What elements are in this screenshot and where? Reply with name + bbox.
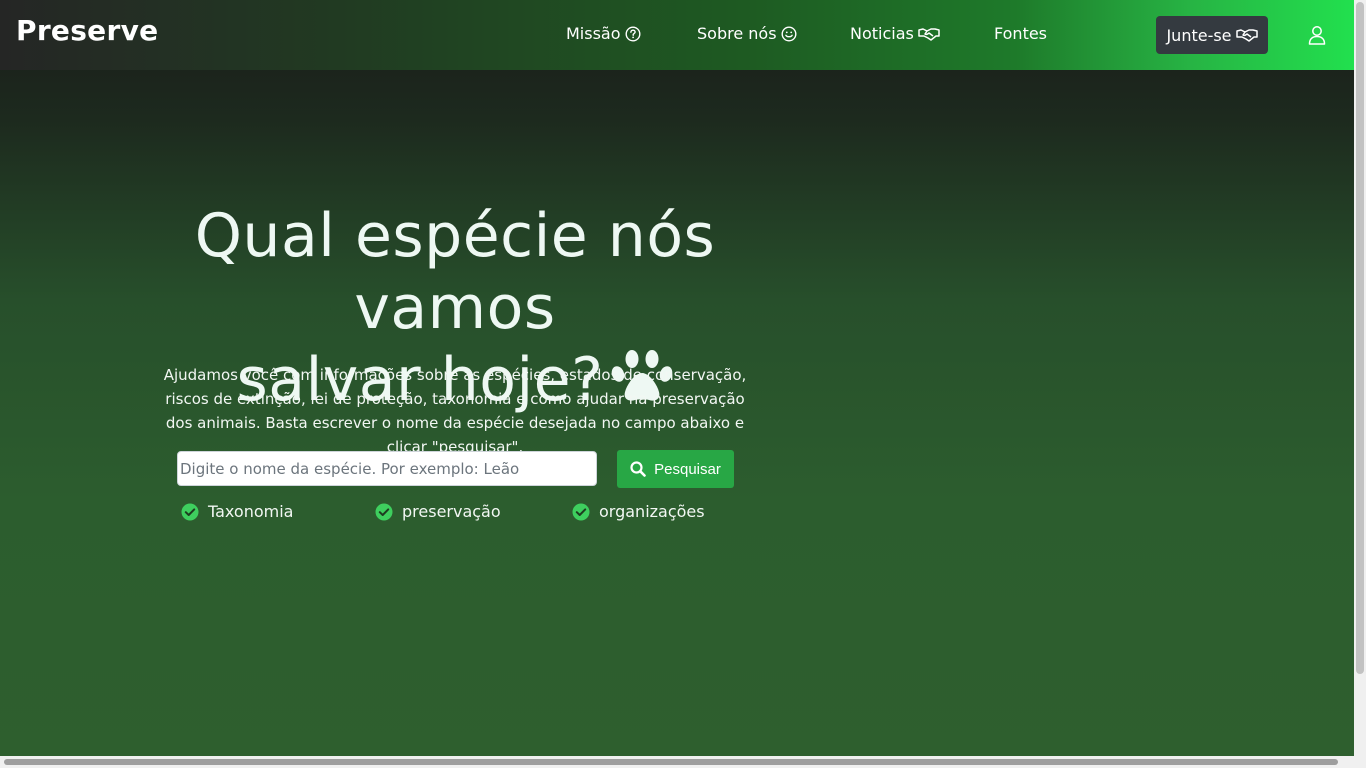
hero-title-line1: Qual espécie nós vamos xyxy=(194,201,716,343)
user-account-button[interactable] xyxy=(1307,25,1327,49)
nav-link-noticias[interactable]: Noticias xyxy=(850,24,940,43)
join-button[interactable]: Junte-se xyxy=(1156,16,1268,54)
horizontal-scrollbar[interactable] xyxy=(0,756,1366,768)
nav-link-label: Noticias xyxy=(850,24,914,43)
page: Preserve Missão Sobre nós Noticias Fonte… xyxy=(0,0,1366,768)
search-icon xyxy=(630,461,646,477)
nav-link-label: Fontes xyxy=(994,24,1048,43)
nav-link-missao[interactable]: Missão xyxy=(566,24,641,43)
vertical-scrollbar[interactable] xyxy=(1354,0,1366,756)
nav-link-fontes[interactable]: Fontes xyxy=(994,24,1047,43)
question-circle-icon xyxy=(625,25,641,42)
search-button-label: Pesquisar xyxy=(654,460,721,478)
nav-link-sobre-nos[interactable]: Sobre nós xyxy=(697,24,797,43)
feature-label: organizações xyxy=(599,502,705,521)
nav-link-label: Sobre nós xyxy=(697,24,777,43)
horizontal-scrollbar-thumb[interactable] xyxy=(4,759,1338,765)
join-button-label: Junte-se xyxy=(1166,25,1232,45)
search-button[interactable]: Pesquisar xyxy=(617,450,734,488)
smile-icon xyxy=(781,25,797,42)
nav-link-label: Missão xyxy=(566,24,621,43)
species-search-input[interactable] xyxy=(177,451,597,486)
brand-logo[interactable]: Preserve xyxy=(16,14,158,47)
feature-label: Taxonomia xyxy=(208,502,294,521)
handshake-icon xyxy=(1235,29,1258,42)
feature-taxonomia: Taxonomia xyxy=(181,502,293,521)
check-circle-icon xyxy=(181,503,199,520)
hero-description: Ajudamos você com informações sobre as e… xyxy=(163,366,747,456)
navbar: Preserve Missão Sobre nós Noticias Fonte… xyxy=(0,0,1354,70)
handshake-icon xyxy=(918,27,940,41)
feature-preservacao: preservação xyxy=(375,502,501,521)
feature-organizacoes: organizações xyxy=(572,502,705,521)
feature-label: preservação xyxy=(402,502,501,521)
check-circle-icon xyxy=(572,503,590,520)
check-circle-icon xyxy=(375,503,393,520)
vertical-scrollbar-thumb[interactable] xyxy=(1356,2,1364,674)
user-icon xyxy=(1308,26,1326,45)
